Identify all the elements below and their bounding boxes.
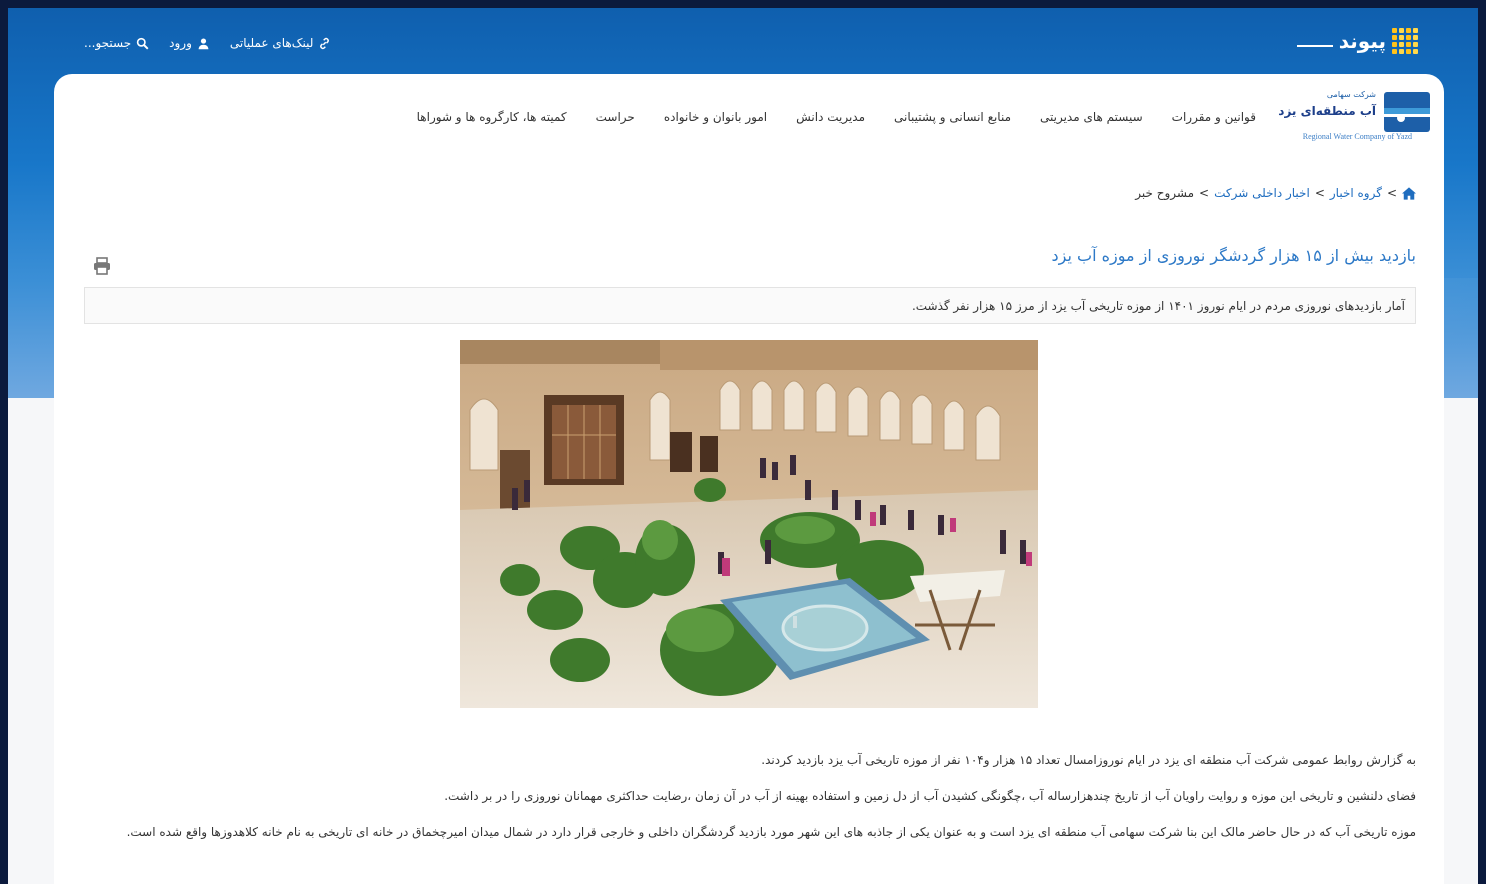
nav-item-security[interactable]: حراست: [596, 110, 635, 124]
article-paragraph: فضای دلنشین و تاریخی این موزه و روایت را…: [444, 789, 1416, 803]
search-icon: [136, 37, 149, 49]
breadcrumb-internal-news[interactable]: اخبار داخلی شرکت: [1214, 186, 1310, 200]
browser-frame: پیوند لینک‌های عملیاتی ورود جستجو... شرک…: [8, 8, 1478, 884]
breadcrumb-separator: >: [1314, 186, 1325, 200]
search-label: جستجو...: [84, 36, 132, 50]
article-lead: آمار بازدیدهای نوروزی مردم در ایام نوروز…: [84, 287, 1416, 324]
nav-item-knowledge-management[interactable]: مدیریت دانش: [796, 110, 865, 124]
article-photo: [460, 340, 1038, 708]
search-button[interactable]: جستجو...: [84, 36, 149, 50]
brand-underline: [1296, 45, 1333, 47]
brand-name: پیوند: [1338, 29, 1386, 53]
login-button[interactable]: ورود: [169, 36, 210, 50]
link-icon: [320, 37, 330, 49]
nav-item-women-family[interactable]: امور بانوان و خانواده: [664, 110, 767, 124]
brand-logo[interactable]: پیوند: [1296, 28, 1418, 54]
nav-item-management-systems[interactable]: سیستم های مدیریتی: [1040, 110, 1143, 124]
top-links: لینک‌های عملیاتی ورود جستجو...: [84, 36, 331, 50]
breadcrumb: > گروه اخبار > اخبار داخلی شرکت > مشروح …: [1135, 186, 1416, 200]
user-icon: [198, 37, 209, 49]
logo-small-text: شرکت سهامی: [1326, 90, 1376, 99]
breadcrumb-separator: >: [1199, 186, 1210, 200]
site-header: شرکت سهامی آب منطقه‌ای یزد Regional Wate…: [54, 74, 1444, 162]
nav-item-committees[interactable]: کمیته ها، کارگروه ها و شوراها: [417, 110, 567, 124]
company-logo[interactable]: شرکت سهامی آب منطقه‌ای یزد Regional Wate…: [1250, 88, 1430, 148]
nav-item-laws[interactable]: قوانین و مقررات: [1172, 110, 1256, 124]
nav-item-human-resources[interactable]: منابع انسانی و پشتیبانی: [894, 110, 1011, 124]
article-paragraph: به گزارش روابط عمومی شرکت آب منطقه ای یز…: [761, 753, 1416, 767]
article-title: بازدید بیش از ۱۵ هزار گردشگر نوروزی از م…: [1051, 246, 1416, 265]
logo-english-text: Regional Water Company of Yazd: [1302, 132, 1412, 141]
home-icon[interactable]: [1402, 186, 1416, 200]
article-paragraph: موزه تاریخی آب که در حال حاضر مالک این ب…: [126, 825, 1416, 839]
breadcrumb-current: مشروح خبر: [1135, 186, 1195, 200]
top-bar: پیوند لینک‌های عملیاتی ورود جستجو...: [8, 8, 1478, 76]
print-icon[interactable]: [92, 256, 112, 276]
water-logo-icon: [1384, 92, 1430, 132]
brand-dots-icon: [1392, 28, 1418, 54]
logo-main-text: آب منطقه‌ای یزد: [1278, 104, 1376, 118]
courtyard-image: [460, 340, 1038, 708]
breadcrumb-separator: >: [1386, 186, 1397, 200]
operational-links-button[interactable]: لینک‌های عملیاتی: [230, 36, 332, 50]
main-nav: قوانین و مقررات سیستم های مدیریتی منابع …: [417, 110, 1256, 124]
breadcrumb-news-group[interactable]: گروه اخبار: [1330, 186, 1382, 200]
article-content: > گروه اخبار > اخبار داخلی شرکت > مشروح …: [54, 162, 1444, 884]
login-label: ورود: [169, 36, 192, 50]
operational-links-label: لینک‌های عملیاتی: [229, 36, 314, 50]
